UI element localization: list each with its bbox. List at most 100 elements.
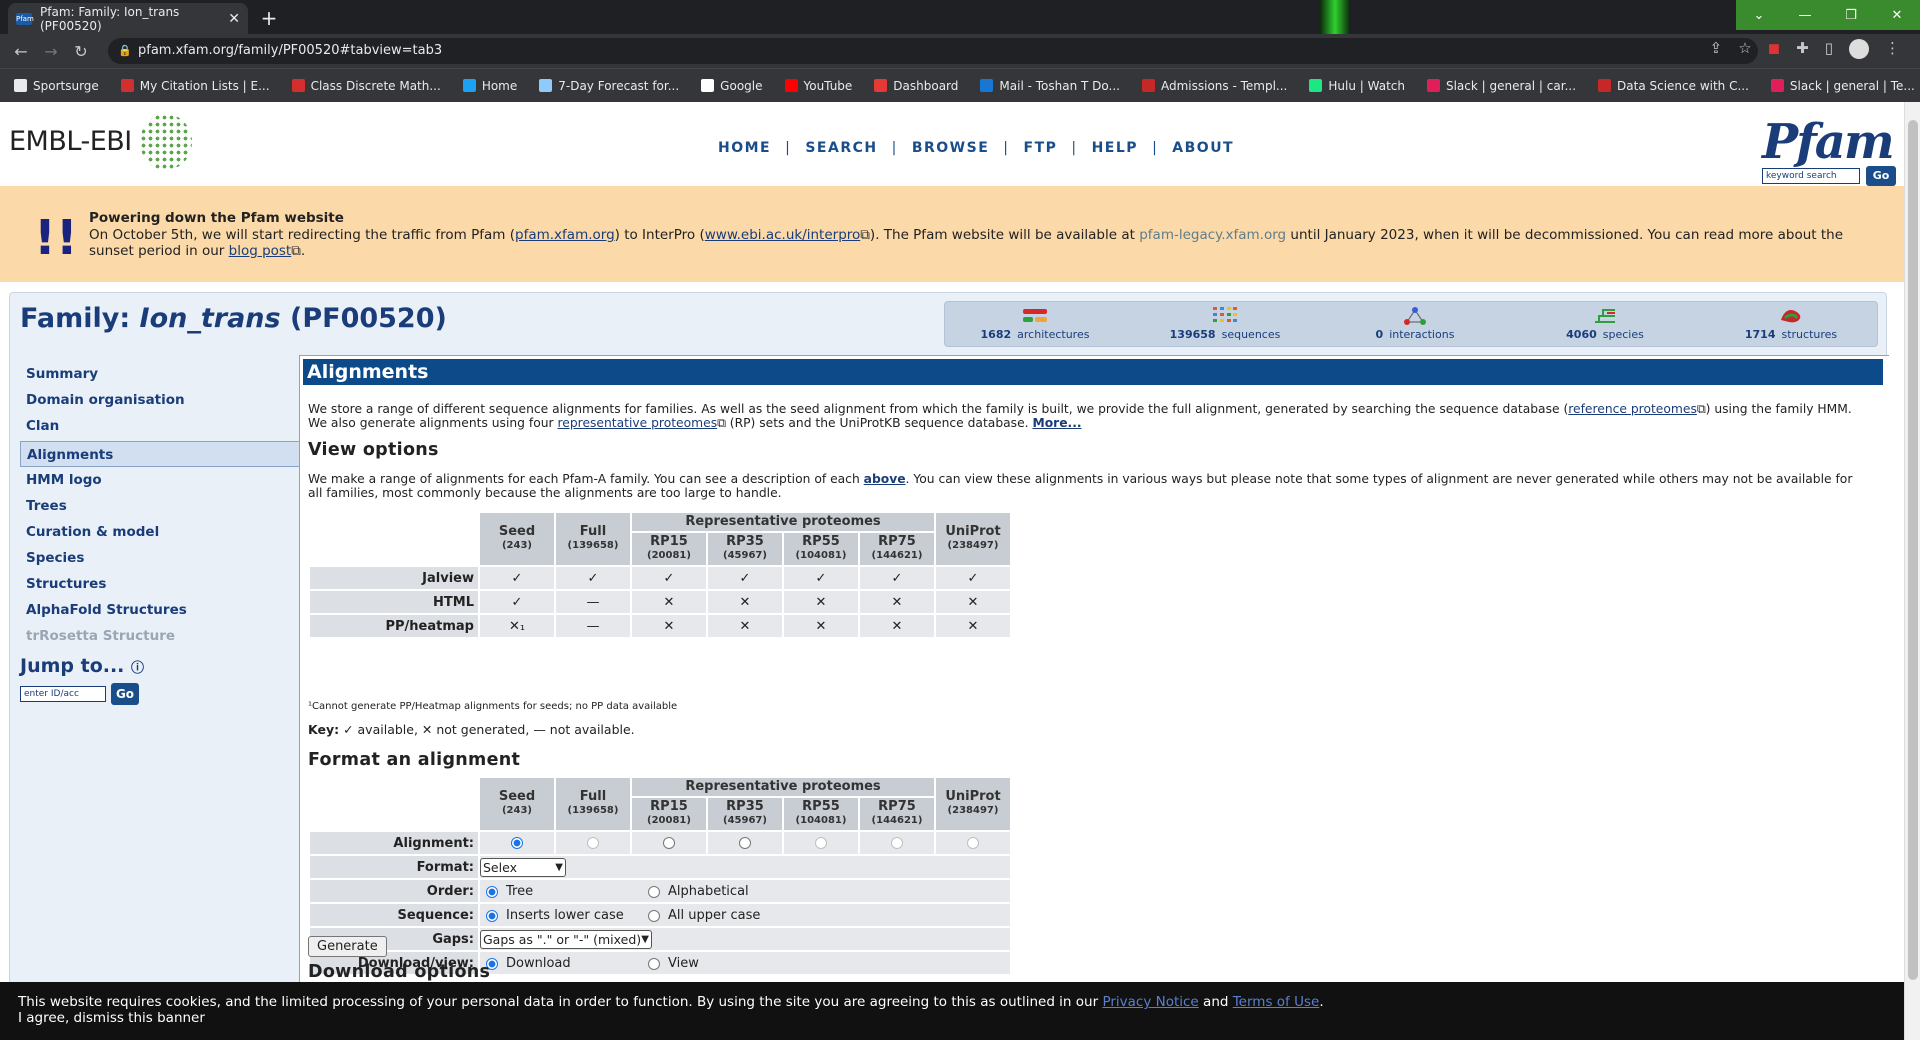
order-tree-option[interactable]: Tree bbox=[486, 884, 533, 899]
seq-upper-radio[interactable] bbox=[648, 909, 660, 922]
view-cell[interactable]: ✓ bbox=[480, 591, 554, 613]
bookmark-item[interactable]: Slack | general | Te... bbox=[1770, 79, 1915, 93]
seq-lower-option[interactable]: Inserts lower case bbox=[486, 908, 624, 923]
back-icon[interactable]: ← bbox=[6, 42, 36, 61]
nav-browse[interactable]: BROWSE bbox=[912, 140, 989, 156]
bookmark-item[interactable]: Sportsurge bbox=[14, 79, 99, 93]
page-scrollbar[interactable] bbox=[1904, 102, 1920, 1040]
scrollbar-thumb[interactable] bbox=[1908, 120, 1918, 980]
close-tab-icon[interactable]: ✕ bbox=[228, 11, 240, 27]
bookmark-item[interactable]: YouTube bbox=[784, 79, 852, 93]
bookmark-star-icon[interactable]: ☆ bbox=[1738, 39, 1751, 59]
pfam-link[interactable]: pfam.xfam.org bbox=[515, 227, 615, 243]
minimize-icon[interactable]: — bbox=[1782, 0, 1828, 30]
stat-interactions[interactable]: 0 interactions bbox=[1325, 306, 1505, 341]
help-icon[interactable]: ⓘ bbox=[131, 661, 144, 676]
jump-to-go-button[interactable]: Go bbox=[111, 683, 139, 705]
privacy-notice-link[interactable]: Privacy Notice bbox=[1102, 994, 1198, 1010]
bookmark-item[interactable]: Admissions - Templ... bbox=[1141, 79, 1287, 93]
bookmark-item[interactable]: Home bbox=[462, 79, 517, 93]
seq-upper-option[interactable]: All upper case bbox=[648, 908, 760, 923]
reference-proteomes-link[interactable]: reference proteomes bbox=[1568, 402, 1697, 416]
view-option[interactable]: View bbox=[648, 956, 699, 971]
profile-avatar[interactable] bbox=[1849, 39, 1869, 59]
bookmark-item[interactable]: Slack | general | car... bbox=[1426, 79, 1576, 93]
reload-icon[interactable]: ↻ bbox=[66, 42, 96, 61]
dismiss-cookie-link[interactable]: I agree, dismiss this banner bbox=[18, 1010, 1886, 1026]
close-window-icon[interactable]: ✕ bbox=[1874, 0, 1920, 30]
view-cell[interactable]: ✓ bbox=[556, 567, 630, 589]
seed-radio[interactable] bbox=[511, 837, 523, 849]
rp15-radio[interactable] bbox=[663, 837, 675, 849]
view-cell[interactable]: ✓ bbox=[632, 567, 706, 589]
share-icon[interactable]: ⇪ bbox=[1710, 39, 1723, 59]
new-tab-icon[interactable]: + bbox=[256, 5, 282, 31]
order-tree-radio[interactable] bbox=[486, 885, 498, 898]
nav-home[interactable]: HOME bbox=[718, 140, 771, 156]
address-bar[interactable]: 🔒 pfam.xfam.org/family/PF00520#tabview=t… bbox=[108, 38, 1758, 64]
nav-about[interactable]: ABOUT bbox=[1172, 140, 1234, 156]
nav-ftp[interactable]: FTP bbox=[1024, 140, 1058, 156]
interpro-link[interactable]: www.ebi.ac.uk/interpro bbox=[705, 227, 861, 243]
sidebar-item-alphafold-structures[interactable]: AlphaFold Structures bbox=[20, 597, 306, 623]
stat-structures[interactable]: 1714 structures bbox=[1701, 306, 1881, 341]
gaps-select[interactable]: Gaps as "." or "-" (mixed) ▼ bbox=[480, 929, 652, 949]
sidebar-item-summary[interactable]: Summary bbox=[20, 361, 306, 387]
bookmark-item[interactable]: Dashboard bbox=[874, 79, 958, 93]
view-cell[interactable]: ✓ bbox=[860, 567, 934, 589]
extension-icon[interactable]: ◼ bbox=[1768, 39, 1780, 59]
order-alpha-option[interactable]: Alphabetical bbox=[648, 884, 749, 899]
tab-search-icon[interactable]: ⌄ bbox=[1736, 0, 1782, 30]
representative-proteomes-link[interactable]: representative proteomes bbox=[558, 416, 718, 430]
bookmark-item[interactable]: Google bbox=[701, 79, 763, 93]
order-alpha-radio[interactable] bbox=[648, 885, 660, 898]
menu-icon[interactable]: ⋮ bbox=[1885, 39, 1900, 59]
pfam-legacy-link[interactable]: pfam-legacy.xfam.org bbox=[1139, 227, 1286, 243]
keyword-search-go-button[interactable]: Go bbox=[1866, 166, 1896, 186]
sidebar-item-trees[interactable]: Trees bbox=[20, 493, 306, 519]
side-panel-icon[interactable]: ▯ bbox=[1825, 39, 1833, 59]
rp35-radio[interactable] bbox=[739, 837, 751, 849]
forward-icon[interactable]: → bbox=[36, 42, 66, 61]
jump-to-input[interactable]: enter ID/acc bbox=[20, 686, 106, 702]
sidebar-item-domain-organisation[interactable]: Domain organisation bbox=[20, 387, 306, 413]
stat-architectures[interactable]: 1682 architectures bbox=[945, 306, 1125, 341]
nav-search[interactable]: SEARCH bbox=[805, 140, 877, 156]
more-link[interactable]: More... bbox=[1032, 416, 1081, 430]
above-link[interactable]: above bbox=[864, 472, 906, 486]
view-cell[interactable]: ✓ bbox=[784, 567, 858, 589]
restore-icon[interactable]: ❐ bbox=[1828, 0, 1874, 30]
format-select[interactable]: Selex ▼ bbox=[480, 857, 566, 877]
bookmark-item[interactable]: My Citation Lists | E... bbox=[120, 79, 270, 93]
extensions-puzzle-icon[interactable]: ✚ bbox=[1796, 39, 1809, 59]
sidebar-item-species[interactable]: Species bbox=[20, 545, 306, 571]
terms-of-use-link[interactable]: Terms of Use bbox=[1233, 994, 1320, 1010]
embl-ebi-logo[interactable]: EMBL-EBI bbox=[9, 126, 132, 157]
seq-lower-radio[interactable] bbox=[486, 909, 498, 922]
view-cell[interactable]: ✓ bbox=[480, 567, 554, 589]
nav-help[interactable]: HELP bbox=[1092, 140, 1138, 156]
stat-sequences[interactable]: 139658 sequences bbox=[1135, 306, 1315, 341]
browser-tab[interactable]: Pfam Pfam: Family: Ion_trans (PF00520) ✕ bbox=[8, 3, 248, 34]
view-cell[interactable]: ✓ bbox=[708, 567, 782, 589]
stat-label: architectures bbox=[1017, 328, 1090, 341]
keyword-search-input[interactable]: keyword search bbox=[1762, 168, 1860, 184]
view-radio[interactable] bbox=[648, 957, 660, 970]
view-cell[interactable]: ✓ bbox=[936, 567, 1010, 589]
bookmark-item[interactable]: Hulu | Watch bbox=[1309, 79, 1405, 93]
bookmark-item[interactable]: Class Discrete Math... bbox=[291, 79, 441, 93]
blog-post-link[interactable]: blog post bbox=[229, 243, 292, 259]
bookmark-item[interactable]: Data Science with C... bbox=[1598, 79, 1749, 93]
sidebar-item-clan[interactable]: Clan bbox=[20, 413, 306, 439]
sidebar-item-curation-model[interactable]: Curation & model bbox=[20, 519, 306, 545]
bookmark-item[interactable]: Mail - Toshan T Do... bbox=[980, 79, 1120, 93]
download-option[interactable]: Download bbox=[486, 956, 571, 971]
bookmark-item[interactable]: 7-Day Forecast for... bbox=[539, 79, 679, 93]
pfam-logo[interactable]: Pfam bbox=[1762, 114, 1895, 170]
stat-species[interactable]: 4060 species bbox=[1515, 306, 1695, 341]
sidebar-item-hmm-logo[interactable]: HMM logo bbox=[20, 467, 306, 493]
sidebar-item-structures[interactable]: Structures bbox=[20, 571, 306, 597]
sidebar-item-trrosetta-structure[interactable]: trRosetta Structure bbox=[20, 623, 306, 649]
generate-button[interactable]: Generate bbox=[308, 936, 387, 957]
sidebar-item-alignments[interactable]: Alignments bbox=[20, 441, 310, 467]
